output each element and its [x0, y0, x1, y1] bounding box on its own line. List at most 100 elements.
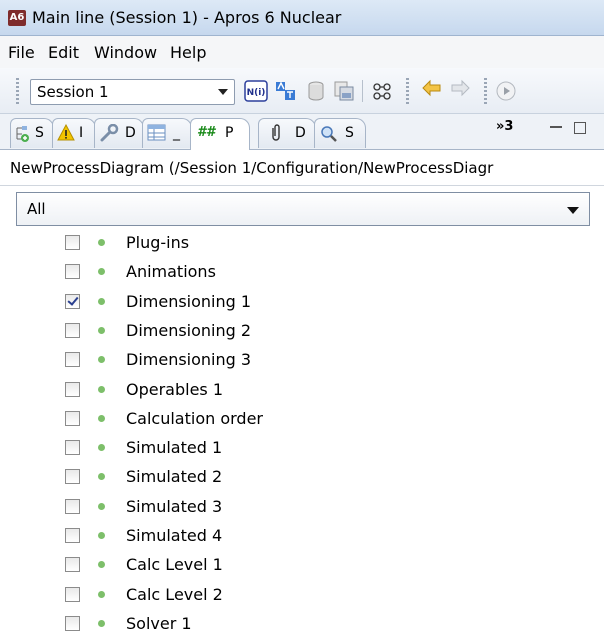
- nl-toggle-icon[interactable]: N(i): [244, 79, 268, 103]
- tab-label: S: [35, 125, 44, 141]
- tab-label: _: [173, 125, 180, 141]
- list-item[interactable]: Plug-ins: [0, 229, 604, 257]
- tab-label: D: [295, 125, 306, 141]
- layer-checkbox[interactable]: [65, 323, 80, 338]
- layer-label: Dimensioning 2: [126, 321, 252, 340]
- list-item[interactable]: Simulated 4: [0, 522, 604, 550]
- layer-label: Animations: [126, 262, 216, 281]
- copy-database-icon[interactable]: [332, 79, 356, 103]
- layer-checkbox[interactable]: [65, 557, 80, 572]
- layer-checkbox[interactable]: [65, 411, 80, 426]
- warning-icon: [57, 124, 75, 141]
- list-item[interactable]: Calculation order: [0, 405, 604, 433]
- layer-checkbox[interactable]: [65, 264, 80, 279]
- tab-issues[interactable]: I: [52, 118, 96, 148]
- list-item[interactable]: Calc Level 1: [0, 551, 604, 579]
- translate-icon[interactable]: [274, 79, 298, 103]
- window-title: Main line (Session 1) - Apros 6 Nuclear: [32, 8, 342, 27]
- minimize-icon[interactable]: [550, 126, 562, 128]
- layer-list: Plug-ins Animations Dimensioning 1 Dimensio…: [0, 229, 604, 633]
- tab-structure[interactable]: S: [10, 118, 54, 148]
- tree-icon: [16, 126, 29, 142]
- list-item[interactable]: Dimensioning 1: [0, 288, 604, 316]
- status-dot-icon: [98, 415, 105, 422]
- diagram-path-text: NewProcessDiagram (/Session 1/Configurat…: [10, 159, 494, 177]
- status-dot-icon: [98, 473, 105, 480]
- list-item[interactable]: Simulated 3: [0, 493, 604, 521]
- clip-icon: [272, 124, 280, 141]
- layer-checkbox[interactable]: [65, 528, 80, 543]
- layer-filter-dropdown[interactable]: All: [16, 192, 590, 226]
- status-dot-icon: [98, 532, 105, 539]
- tab-label: P: [225, 125, 234, 141]
- tab-label: S: [345, 125, 354, 141]
- chevron-down-icon: [218, 89, 228, 95]
- status-dot-icon: [98, 298, 105, 305]
- layer-label: Solver 1: [126, 614, 192, 633]
- menu-window[interactable]: Window: [94, 43, 157, 62]
- layer-label: Calc Level 2: [126, 585, 223, 604]
- layer-label: Dimensioning 3: [126, 350, 252, 369]
- session-dropdown-value: Session 1: [37, 83, 109, 101]
- hash-icon: ##: [197, 125, 216, 140]
- toolbar-grip[interactable]: [16, 78, 19, 104]
- layer-checkbox[interactable]: [65, 382, 80, 397]
- list-item[interactable]: Dimensioning 2: [0, 317, 604, 345]
- layer-label: Simulated 3: [126, 497, 223, 516]
- search-icon: [321, 126, 337, 142]
- status-dot-icon: [98, 327, 105, 334]
- diagram-path: NewProcessDiagram (/Session 1/Configurat…: [0, 150, 604, 186]
- database-icon[interactable]: [304, 79, 328, 103]
- tab-overflow-button[interactable]: »3: [496, 119, 513, 134]
- layer-checkbox[interactable]: [65, 294, 80, 309]
- list-item[interactable]: Simulated 1: [0, 434, 604, 462]
- layer-checkbox[interactable]: [65, 352, 80, 367]
- layer-label: Simulated 2: [126, 467, 223, 486]
- chevron-down-icon: [567, 207, 579, 214]
- status-dot-icon: [98, 561, 105, 568]
- layer-filter-value: All: [27, 200, 46, 218]
- title-bar[interactable]: A6 Main line (Session 1) - Apros 6 Nucle…: [0, 0, 604, 36]
- table-icon: [147, 124, 166, 141]
- undo-icon[interactable]: [420, 79, 444, 103]
- play-icon[interactable]: [494, 79, 518, 103]
- toolbar-grip[interactable]: [406, 78, 409, 104]
- list-item[interactable]: Operables 1: [0, 376, 604, 404]
- tab-search[interactable]: S: [314, 118, 366, 148]
- toolbar-grip[interactable]: [484, 78, 487, 104]
- layer-label: Dimensioning 1: [126, 292, 252, 311]
- list-item[interactable]: Calc Level 2: [0, 581, 604, 609]
- list-item[interactable]: Dimensioning 3: [0, 346, 604, 374]
- list-item[interactable]: Animations: [0, 258, 604, 286]
- layer-checkbox[interactable]: [65, 587, 80, 602]
- menu-file[interactable]: File: [8, 43, 35, 62]
- session-dropdown[interactable]: Session 1: [30, 79, 235, 105]
- tab-table[interactable]: _: [142, 118, 192, 148]
- layer-label: Operables 1: [126, 380, 224, 399]
- layer-checkbox[interactable]: [65, 469, 80, 484]
- layer-checkbox[interactable]: [65, 616, 80, 631]
- status-dot-icon: [98, 620, 105, 627]
- layer-checkbox[interactable]: [65, 440, 80, 455]
- tab-documents[interactable]: D: [258, 118, 316, 148]
- tab-label: I: [79, 125, 84, 141]
- status-dot-icon: [98, 386, 105, 393]
- list-item[interactable]: Simulated 2: [0, 463, 604, 491]
- layer-label: Simulated 4: [126, 526, 223, 545]
- layer-checkbox[interactable]: [65, 235, 80, 250]
- status-dot-icon: [98, 356, 105, 363]
- list-item[interactable]: Solver 1: [0, 610, 604, 633]
- layer-checkbox[interactable]: [65, 499, 80, 514]
- tab-diagnostics[interactable]: D: [94, 118, 144, 148]
- redo-icon[interactable]: [448, 79, 472, 103]
- network-icon[interactable]: [370, 79, 394, 103]
- menu-help[interactable]: Help: [170, 43, 206, 62]
- tab-properties[interactable]: ## P: [190, 118, 250, 150]
- status-dot-icon: [98, 444, 105, 451]
- svg-text:N(i): N(i): [247, 88, 266, 98]
- layer-label: Plug-ins: [126, 233, 190, 252]
- menu-edit[interactable]: Edit: [48, 43, 79, 62]
- app-icon: A6: [8, 10, 26, 26]
- status-dot-icon: [98, 268, 105, 275]
- maximize-icon[interactable]: [574, 122, 586, 134]
